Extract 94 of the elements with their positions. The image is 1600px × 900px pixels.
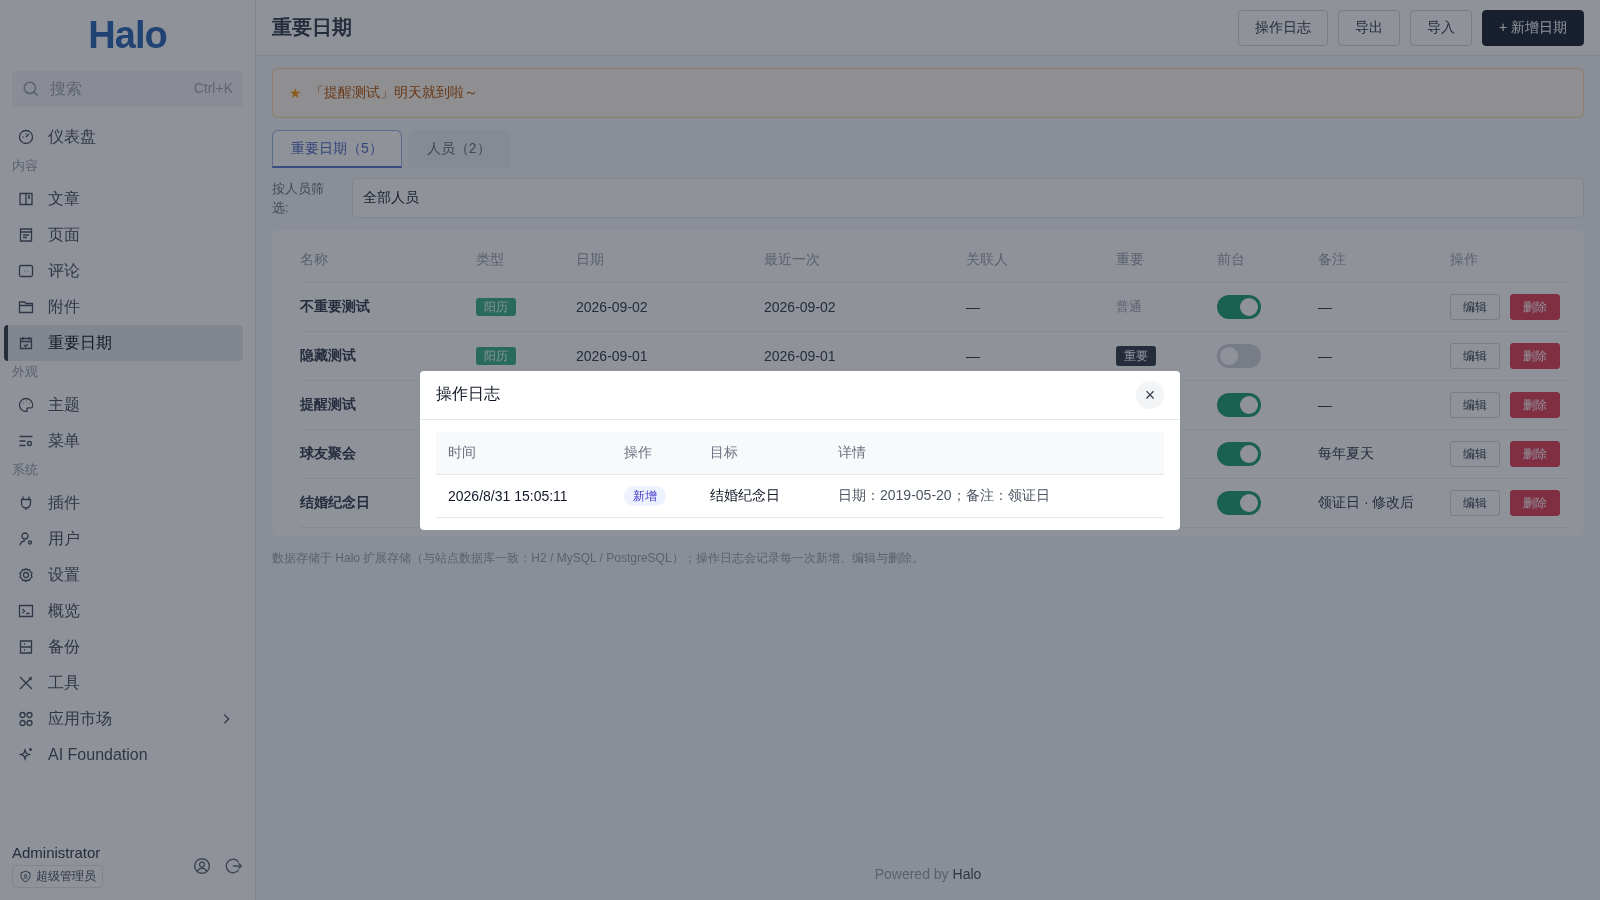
nav-item[interactable]: 重要日期 [4,325,243,361]
toolbar-button[interactable]: 导出 [1337,9,1400,46]
sparkle-icon [18,747,34,763]
table-cell: — [1318,299,1332,315]
delete-button[interactable]: 删除 [1510,441,1560,467]
profile-icon[interactable] [193,857,211,875]
column-header: 时间 [447,443,477,462]
toggle-switch[interactable] [1217,491,1261,515]
calendar-icon [18,335,34,351]
table-cell-text: 日期：2019-05-20；备注：领证日 [837,486,1051,505]
user-icon [18,531,34,547]
column-header: 操作 [623,443,653,462]
table-cell: 2026-09-02 [576,299,648,315]
edit-button[interactable]: 编辑 [1450,490,1500,516]
table-cell: 球友聚会 [300,445,356,461]
add-button[interactable]: + 新增日期 [1481,9,1584,46]
edit-button[interactable]: 编辑 [1450,343,1500,369]
grid-icon [18,711,34,727]
delete-button[interactable]: 删除 [1510,392,1560,418]
logo: Halo [87,14,168,57]
table-cell: 2026-09-01 [764,348,836,364]
toggle-switch[interactable] [1217,344,1261,368]
page-title: 重要日期 [272,15,352,40]
toggle-switch[interactable] [1217,442,1261,466]
table-cell: 结婚纪念日 [300,494,370,510]
edit-button[interactable]: 编辑 [1450,441,1500,467]
nav-item[interactable]: 设置 [4,557,243,593]
terminal-icon [18,603,34,619]
table-cell-text: 2026/8/31 15:05:11 [447,487,569,504]
column-header: 目标 [709,443,739,462]
toggle-switch[interactable] [1217,393,1261,417]
tab[interactable]: 人员（2） [407,130,510,168]
nav-item[interactable]: 备份 [4,629,243,665]
alert-text: 「提醒测试」明天就到啦～ [309,84,478,102]
table-cell: 隐藏测试 [300,347,356,363]
user-name: Administrator [12,844,101,861]
tools-icon [18,675,34,691]
nav-item[interactable]: 主题 [4,387,243,423]
table-cell: 每年夏天 [1318,445,1374,461]
table-cell: 2026-09-02 [764,299,836,315]
delete-button[interactable]: 删除 [1510,294,1560,320]
star-icon: ★ [289,85,302,101]
nav-item[interactable]: 附件 [4,289,243,325]
logout-icon[interactable] [225,857,243,875]
list-icon [18,433,34,449]
table-cell: — [966,348,980,364]
nav-item[interactable]: 页面 [4,217,243,253]
nav-item[interactable]: 应用市场 [4,701,243,737]
table-cell: 不重要测试 [300,298,370,314]
folder-icon [18,299,34,315]
person-select[interactable]: 全部人员 [352,178,1584,218]
nav-item[interactable]: 菜单 [4,423,243,459]
column-header: 详情 [837,443,867,462]
nav-item[interactable]: 用户 [4,521,243,557]
nav-item[interactable]: AI Foundation [4,737,243,773]
table-cell: 提醒测试 [300,396,356,412]
table-cell: 领证日 · 修改后 [1318,494,1415,510]
action-badge: 新增 [624,485,666,506]
edit-button[interactable]: 编辑 [1450,294,1500,320]
page-icon [18,227,34,243]
close-button[interactable]: × [1136,380,1164,409]
role-badge: 超级管理员 [12,865,103,888]
dialog-title: 操作日志 [436,384,500,404]
nav-item[interactable]: 仪表盘 [4,119,243,155]
gauge-icon [18,129,34,145]
plug-icon [18,495,34,511]
toolbar-button[interactable]: 导入 [1409,9,1472,46]
calendar-tag: 阳历 [476,298,516,316]
importance-badge: 重要 [1116,346,1156,366]
nav-item[interactable]: 插件 [4,485,243,521]
table-cell-text: 结婚纪念日 [709,486,781,505]
tab[interactable]: 重要日期（5） [272,130,402,168]
toolbar-button[interactable]: 操作日志 [1237,9,1328,46]
archive-icon [18,639,34,655]
settings-icon [18,567,34,583]
delete-button[interactable]: 删除 [1510,490,1560,516]
delete-button[interactable]: 删除 [1510,343,1560,369]
filter-label: 按人员筛选: [272,179,325,217]
table-cell: — [1318,348,1332,364]
nav-item[interactable]: 评论 [4,253,243,289]
table-cell: — [1318,397,1332,413]
table-cell: — [966,299,980,315]
columns-icon [18,191,34,207]
nav-item[interactable]: 工具 [4,665,243,701]
shield-icon [19,870,32,883]
table-cell: 2026-09-01 [576,348,648,364]
palette-icon [18,397,34,413]
edit-button[interactable]: 编辑 [1450,392,1500,418]
nav-item[interactable]: 概览 [4,593,243,629]
search-icon [22,80,40,98]
toggle-switch[interactable] [1217,295,1261,319]
nav-item[interactable]: 文章 [4,181,243,217]
calendar-tag: 阳历 [476,347,516,365]
chat-icon [18,263,34,279]
